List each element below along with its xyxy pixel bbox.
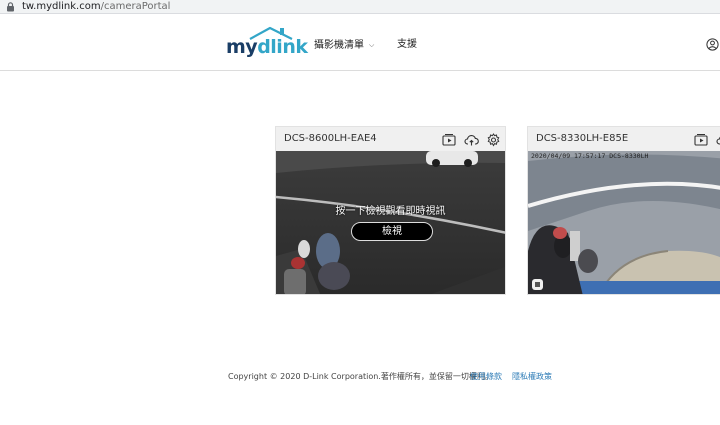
gear-icon[interactable]: [486, 132, 501, 147]
camera-actions: [694, 132, 720, 146]
video-playback-icon[interactable]: [694, 132, 709, 146]
nav-camera-list[interactable]: 攝影機清單 ⌵: [314, 39, 374, 52]
chevron-down-icon: ⌵: [369, 41, 375, 49]
video-playback-icon[interactable]: [442, 132, 457, 146]
privacy-link[interactable]: 隱私權政策: [512, 372, 552, 382]
camera-name: DCS-8600LH-EAE4: [284, 133, 377, 144]
view-live-button[interactable]: 檢視: [351, 222, 433, 241]
terms-link[interactable]: 使用條款: [470, 372, 502, 382]
cloud-upload-icon[interactable]: [464, 132, 479, 146]
top-navigation: mydlink 攝影機清單 ⌵ 支援: [0, 15, 720, 71]
browser-url-bar[interactable]: tw.mydlink.com/cameraPortal: [0, 0, 720, 14]
camera-snapshot-image: [528, 151, 720, 294]
lock-icon: [7, 2, 14, 12]
logo-dlink-text: dlink: [257, 36, 308, 58]
camera-card-header: DCS-8600LH-EAE4: [276, 127, 505, 151]
camera-card[interactable]: DCS-8330LH-E85E 2020/04/09 17:57:17 DCS-…: [527, 126, 720, 295]
camera-timestamp: 2020/04/09 17:57:17 DCS-8330LH: [531, 152, 649, 160]
camera-card-header: DCS-8330LH-E85E: [528, 127, 720, 151]
logo-my-text: my: [226, 36, 258, 58]
copyright-text: Copyright © 2020 D-Link Corporation.著作權所…: [228, 372, 493, 381]
user-icon[interactable]: [706, 38, 719, 51]
camera-snapshot[interactable]: 按一下檢視觀看即時視訊 檢視: [276, 151, 505, 294]
url-text[interactable]: tw.mydlink.com/cameraPortal: [22, 0, 170, 13]
url-path: /cameraPortal: [100, 1, 171, 12]
camera-actions: [442, 132, 501, 147]
nav-camera-list-label: 攝影機清單: [314, 40, 364, 51]
cloud-upload-icon[interactable]: [716, 132, 720, 146]
url-host: tw.mydlink.com: [22, 1, 101, 12]
camera-name: DCS-8330LH-E85E: [536, 133, 629, 144]
logo-wordmark: mydlink: [226, 36, 308, 58]
camera-card[interactable]: DCS-8600LH-EAE4 按一下檢視觀看即時視訊 檢視: [275, 126, 506, 295]
live-view-prompt: 按一下檢視觀看即時視訊: [335, 206, 446, 217]
nav-support[interactable]: 支援: [397, 39, 417, 51]
camera-snapshot[interactable]: 2020/04/09 17:57:17 DCS-8330LH: [528, 151, 720, 294]
mydlink-logo[interactable]: mydlink: [226, 26, 308, 60]
